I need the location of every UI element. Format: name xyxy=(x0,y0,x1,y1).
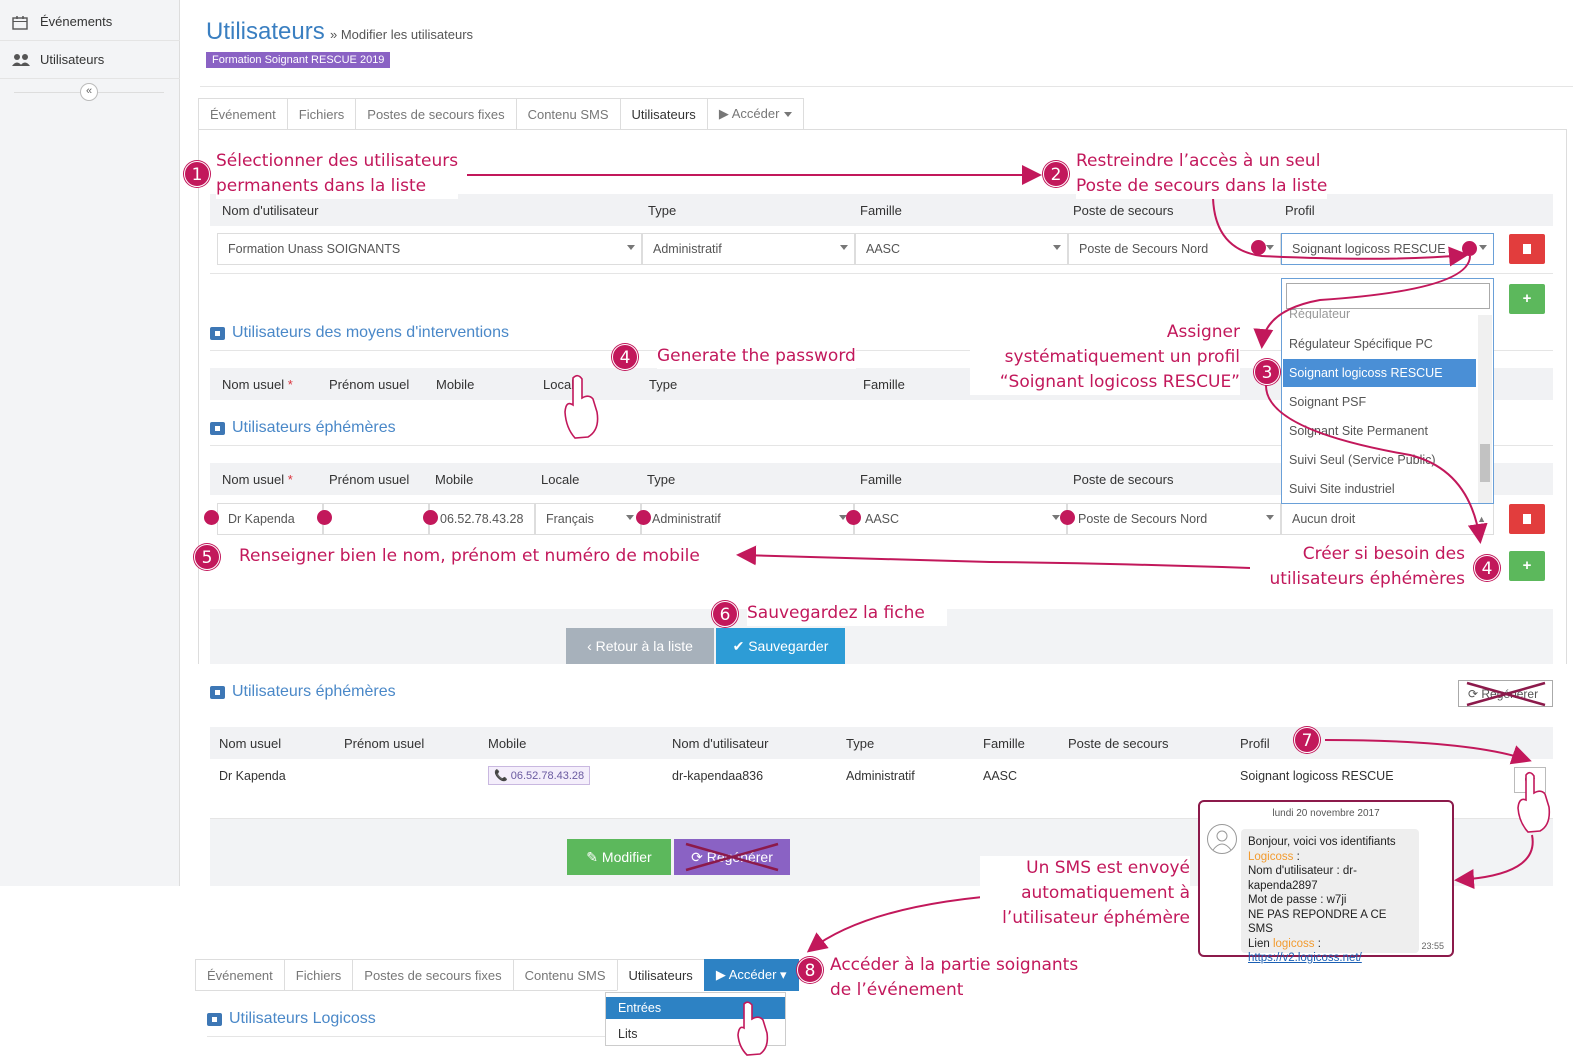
step-badge: 8 xyxy=(797,957,823,983)
step-badge: 4 xyxy=(1474,555,1500,581)
marker-dot xyxy=(846,510,861,525)
hand-cursor-icon xyxy=(737,1001,769,1056)
annotation-step-3: Assigner systématiquement un profil “Soi… xyxy=(970,320,1240,395)
hand-cursor-icon xyxy=(1517,771,1551,833)
arrow-7 xyxy=(1324,739,1532,765)
marker-dot xyxy=(423,510,438,525)
annotation-step-6: Sauvegardez la fiche xyxy=(747,601,947,626)
annotation-step-4-ephemeral: Créer si besoin des utilisateurs éphémèr… xyxy=(1250,542,1465,592)
marker-dot xyxy=(317,510,332,525)
arrow-7b xyxy=(1454,834,1534,890)
marker-dot xyxy=(1462,241,1477,256)
step-badge: 1 xyxy=(184,161,210,187)
annotation-step-2: Restreindre l’accès à un seul Poste de s… xyxy=(1076,149,1328,199)
marker-dot xyxy=(204,510,219,525)
annotation-step-4-password: Generate the password xyxy=(657,344,856,369)
annotation-sms: Un SMS est envoyé automatiquement à l’ut… xyxy=(980,856,1190,931)
step-badge: 3 xyxy=(1254,359,1280,385)
step-badge: 7 xyxy=(1294,727,1320,753)
annotation-step-8: Accéder à la partie soignants de l’événe… xyxy=(830,953,1079,1003)
marker-dot xyxy=(1251,240,1266,255)
marker-dot xyxy=(636,510,651,525)
arrow-3 xyxy=(1253,255,1471,349)
annotation-step-5: Renseigner bien le nom, prénom et numéro… xyxy=(239,544,700,569)
hand-cursor-icon xyxy=(564,374,599,439)
arrow-4 xyxy=(1264,384,1488,544)
marker-dot xyxy=(1060,510,1075,525)
step-badge: 5 xyxy=(194,544,220,570)
step-badge: 2 xyxy=(1043,161,1069,187)
arrow-5 xyxy=(736,545,1251,569)
step-badge: 6 xyxy=(712,601,738,627)
step-badge: 4 xyxy=(612,344,638,370)
annotation-step-1: Sélectionner des utilisateurs permanents… xyxy=(216,149,459,199)
